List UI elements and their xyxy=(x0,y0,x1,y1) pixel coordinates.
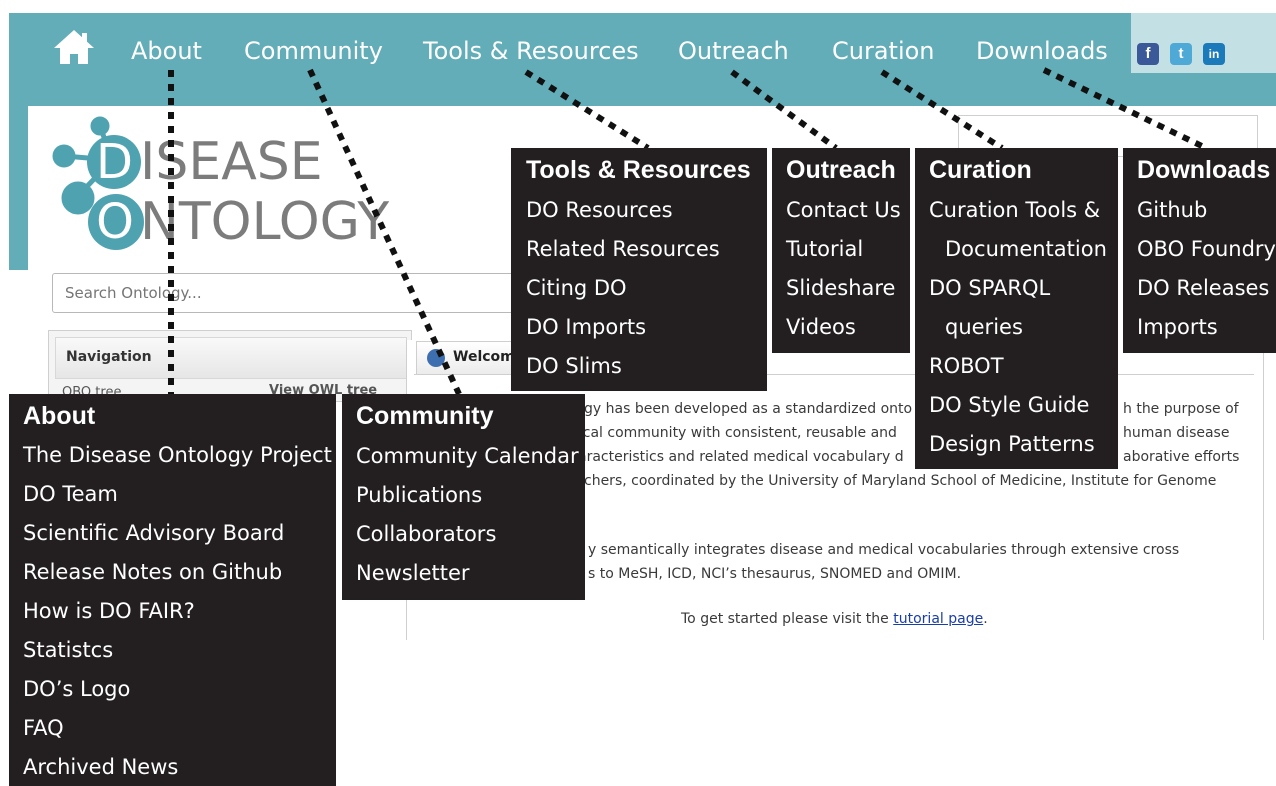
menu-about-item[interactable]: Archived News xyxy=(23,755,178,779)
menu-outreach: Outreach Contact Us Tutorial Slideshare … xyxy=(772,148,910,353)
menu-outreach-item[interactable]: Tutorial xyxy=(786,237,863,261)
menu-tools-item[interactable]: Citing DO xyxy=(526,276,627,300)
menu-about-item[interactable]: Statistcs xyxy=(23,638,113,662)
menu-about-item[interactable]: DO Team xyxy=(23,482,118,506)
menu-community-item[interactable]: Community Calendar xyxy=(356,444,579,468)
menu-about-item[interactable]: FAQ xyxy=(23,716,64,740)
menu-curation-item[interactable]: DO SPARQL xyxy=(929,276,1050,300)
menu-tools-item[interactable]: DO Slims xyxy=(526,354,622,378)
menu-downloads-item[interactable]: Github xyxy=(1137,198,1207,222)
menu-curation-item[interactable]: Design Patterns xyxy=(929,432,1095,456)
menu-tools-resources: Tools & Resources DO Resources Related R… xyxy=(511,148,767,391)
menu-curation-item[interactable]: queries xyxy=(945,315,1023,339)
menu-community-item[interactable]: Collaborators xyxy=(356,522,496,546)
menu-outreach-item[interactable]: Videos xyxy=(786,315,856,339)
menu-curation: Curation Curation Tools & Documentation … xyxy=(915,148,1118,469)
menu-about-item[interactable]: Scientific Advisory Board xyxy=(23,521,284,545)
menu-downloads-item[interactable]: DO Releases xyxy=(1137,276,1269,300)
menu-community-title: Community xyxy=(356,402,494,430)
menu-downloads: Downloads Github OBO Foundry DO Releases… xyxy=(1123,148,1276,353)
menu-downloads-title: Downloads xyxy=(1137,156,1271,184)
menu-about: About The Disease Ontology Project DO Te… xyxy=(9,394,336,786)
menu-curation-item[interactable]: ROBOT xyxy=(929,354,1004,378)
menu-outreach-title: Outreach xyxy=(786,156,896,184)
menu-about-title: About xyxy=(23,402,96,430)
menu-downloads-item[interactable]: Imports xyxy=(1137,315,1218,339)
menu-community-item[interactable]: Publications xyxy=(356,483,482,507)
menu-tools-title: Tools & Resources xyxy=(526,156,751,184)
menu-community: Community Community Calendar Publication… xyxy=(342,394,585,600)
menu-tools-item[interactable]: DO Resources xyxy=(526,198,673,222)
menu-curation-item[interactable]: DO Style Guide xyxy=(929,393,1089,417)
menu-curation-item[interactable]: Documentation xyxy=(945,237,1107,261)
menu-community-item[interactable]: Newsletter xyxy=(356,561,470,585)
menu-about-item[interactable]: Release Notes on Github xyxy=(23,560,282,584)
menu-about-item[interactable]: The Disease Ontology Project xyxy=(23,443,332,467)
menu-curation-item[interactable]: Curation Tools & xyxy=(929,198,1100,222)
menu-tools-item[interactable]: Related Resources xyxy=(526,237,720,261)
menu-downloads-item[interactable]: OBO Foundry xyxy=(1137,237,1276,261)
menu-outreach-item[interactable]: Contact Us xyxy=(786,198,901,222)
menu-tools-item[interactable]: DO Imports xyxy=(526,315,646,339)
menu-about-item[interactable]: How is DO FAIR? xyxy=(23,599,195,623)
menu-curation-title: Curation xyxy=(929,156,1032,184)
menu-outreach-item[interactable]: Slideshare xyxy=(786,276,895,300)
menu-about-item[interactable]: DO’s Logo xyxy=(23,677,130,701)
